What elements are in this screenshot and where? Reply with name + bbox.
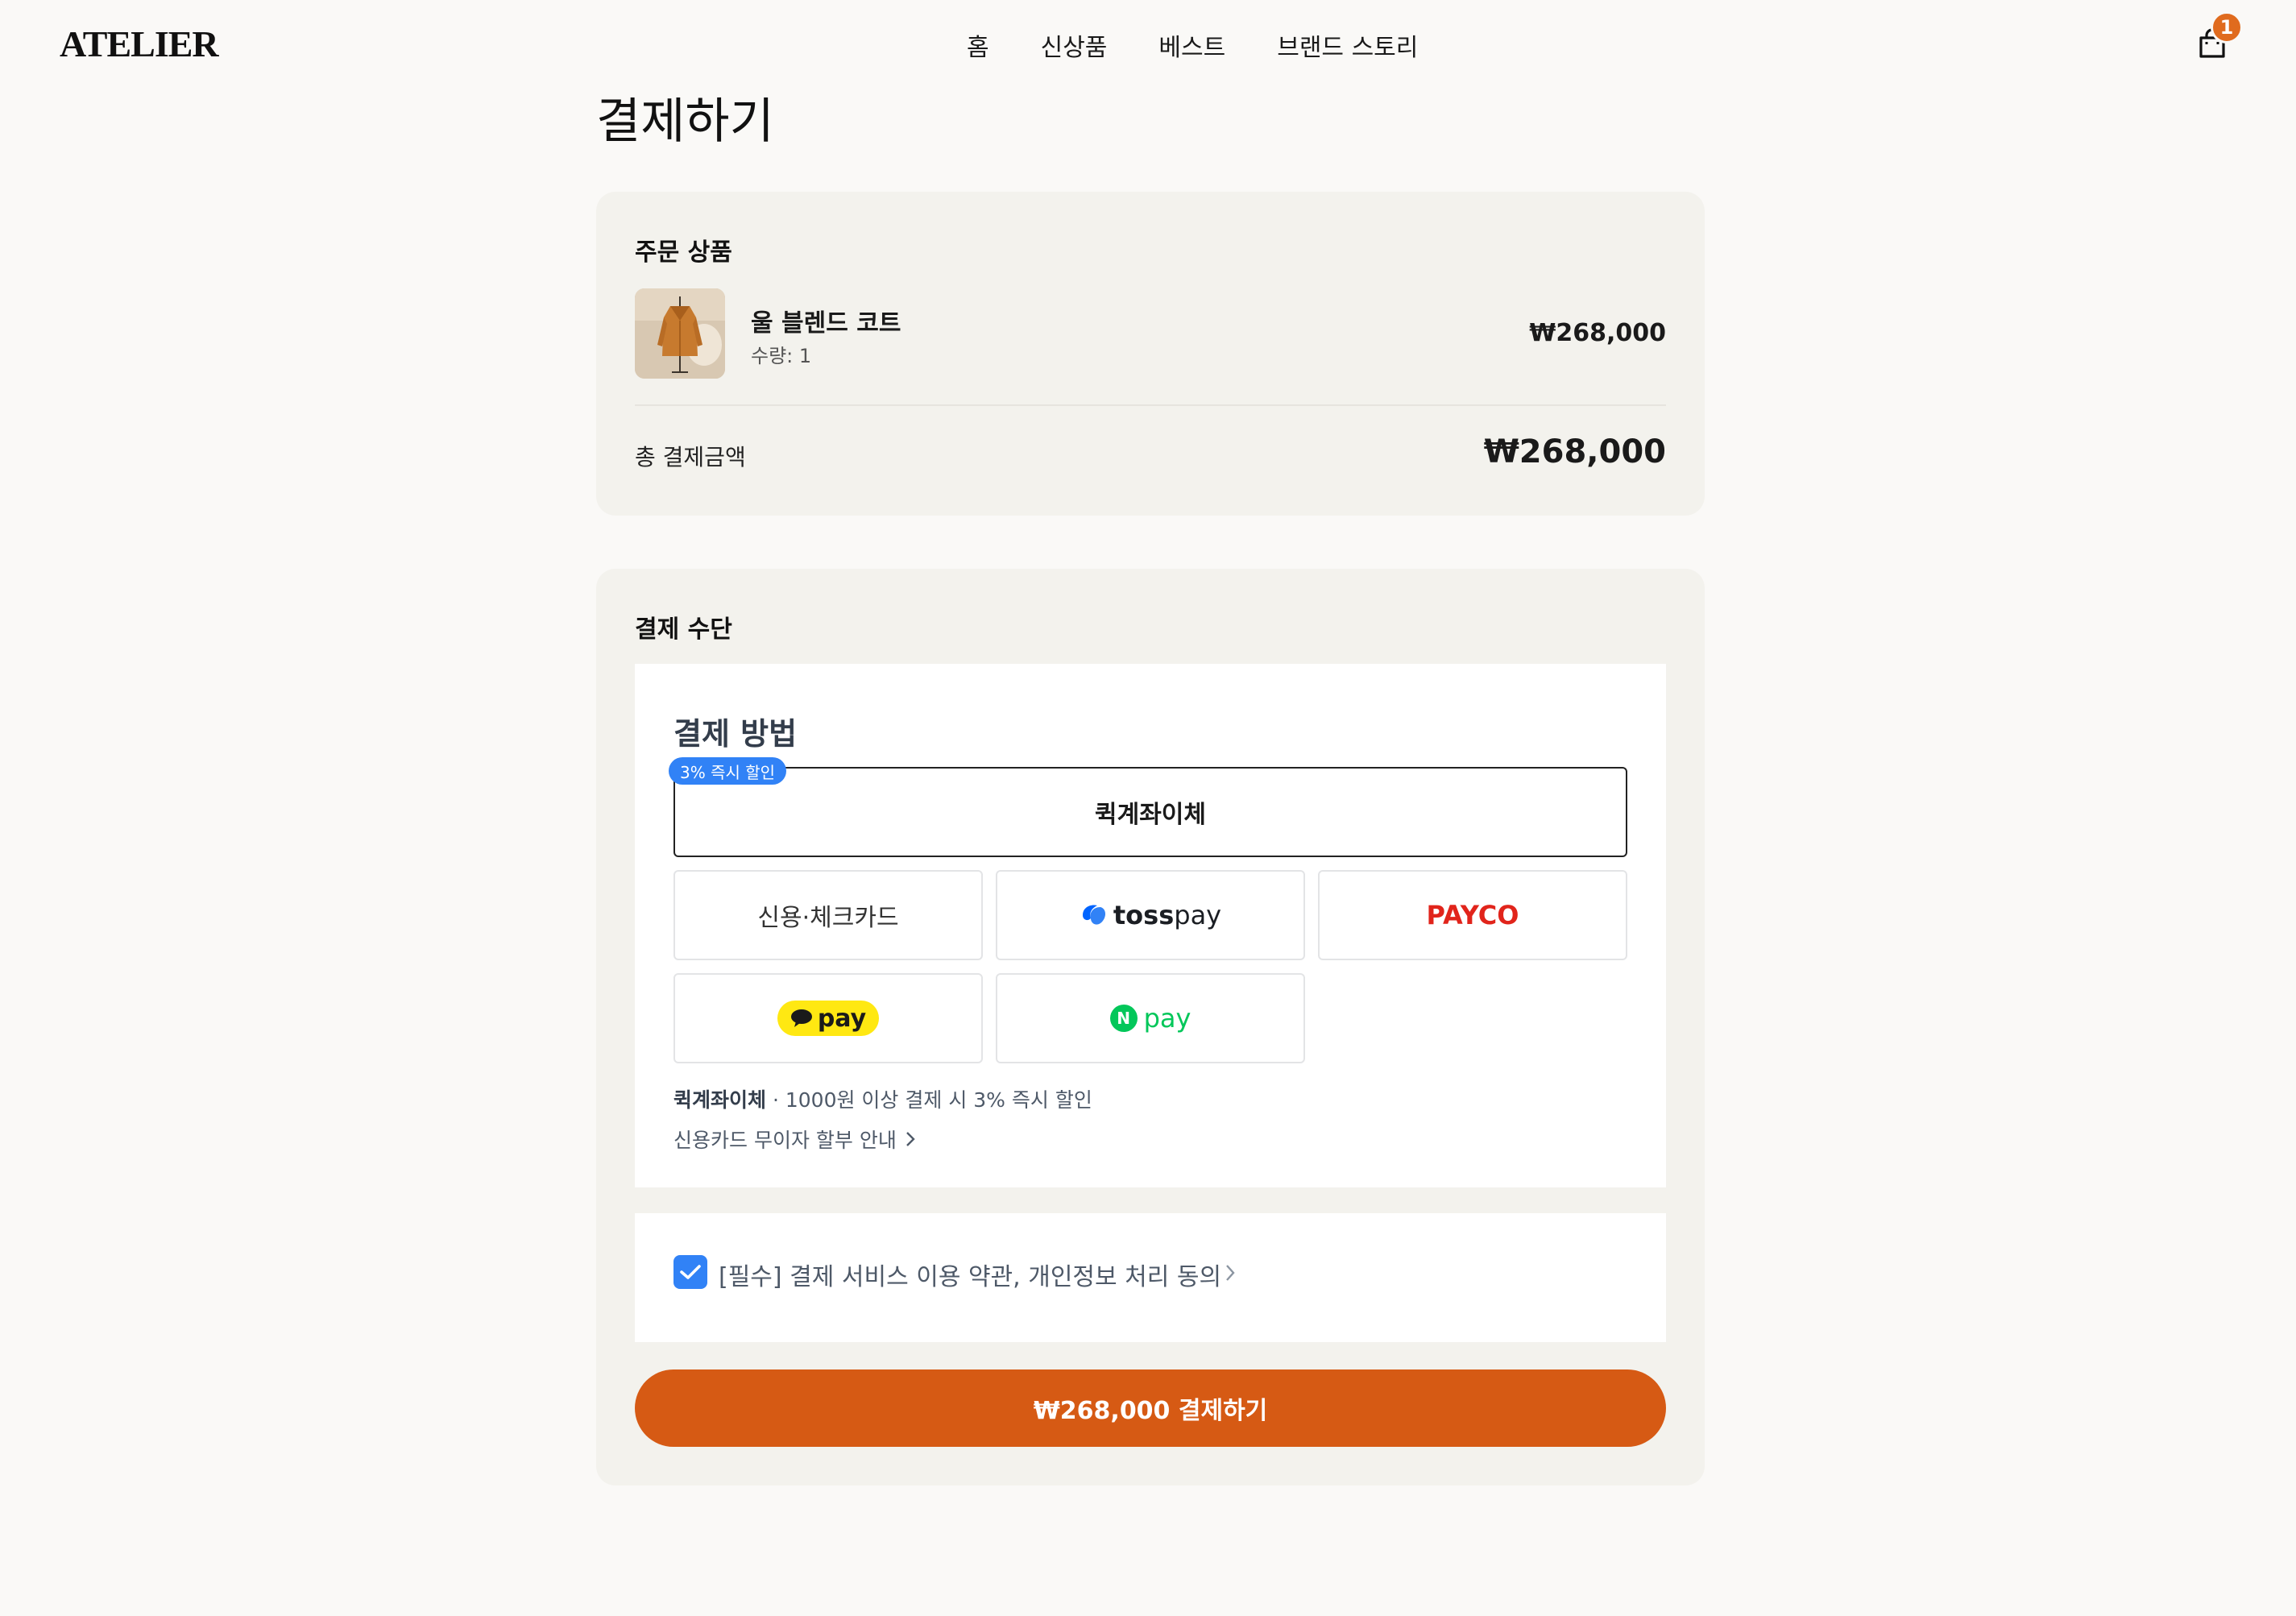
- divider: [635, 404, 1666, 406]
- kakao-pay-option[interactable]: pay: [673, 973, 983, 1063]
- toss-pay-logo: tosspay: [1080, 900, 1221, 930]
- credit-card-label: 신용·체크카드: [757, 904, 899, 932]
- agreement-chevron-right-icon[interactable]: [1225, 1263, 1236, 1286]
- quick-transfer-option[interactable]: 퀵계좌이체: [673, 767, 1627, 857]
- product-image: [635, 288, 725, 379]
- nav-new-arrivals[interactable]: 신상품: [1041, 27, 1108, 63]
- chevron-right-icon: [906, 1132, 915, 1146]
- toss-icon: [1082, 905, 1105, 925]
- payment-method-title: 결제 방법: [673, 716, 798, 752]
- nav-best[interactable]: 베스트: [1158, 27, 1225, 63]
- toss-pay-wordmark: pay: [1174, 900, 1222, 930]
- payco-logo: PAYCO: [1426, 900, 1519, 930]
- total-amount: ₩268,000: [1483, 433, 1666, 470]
- agreement-box: [필수] 결제 서비스 이용 약관, 개인정보 처리 동의: [635, 1213, 1666, 1342]
- payco-option[interactable]: PAYCO: [1318, 870, 1627, 960]
- discount-badge: 3% 즉시 할인: [669, 757, 787, 785]
- naver-n-icon: N: [1109, 1005, 1138, 1032]
- header: ATELIER 홈 신상품 베스트 브랜드 스토리 1: [0, 0, 2296, 89]
- payment-section-label: 결제 수단: [635, 615, 732, 644]
- brand-logo[interactable]: ATELIER: [60, 23, 219, 65]
- toss-wordmark: toss: [1113, 900, 1175, 930]
- credit-card-option[interactable]: 신용·체크카드: [673, 870, 983, 960]
- payment-method-widget: 결제 방법 퀵계좌이체 3% 즉시 할인 신용·체크카드 tosspay PAY…: [635, 664, 1666, 1187]
- naver-pay-option[interactable]: N pay: [996, 973, 1305, 1063]
- naver-pay-wordmark: pay: [1143, 1003, 1192, 1034]
- payment-note: 퀵계좌이체 · 1000원 이상 결제 시 3% 즉시 할인: [673, 1084, 1092, 1113]
- pay-button[interactable]: ₩268,000 결제하기: [635, 1369, 1666, 1447]
- kakao-pay-logo: pay: [777, 1001, 880, 1036]
- naver-pay-logo: N pay: [1109, 1003, 1192, 1034]
- page-title: 결제하기: [596, 93, 774, 150]
- agreement-text[interactable]: [필수] 결제 서비스 이용 약관, 개인정보 처리 동의: [719, 1257, 1221, 1292]
- toss-pay-option[interactable]: tosspay: [996, 870, 1305, 960]
- payment-card: 결제 수단 결제 방법 퀵계좌이체 3% 즉시 할인 신용·체크카드 tossp…: [596, 569, 1705, 1485]
- speech-bubble-icon: [790, 1009, 812, 1027]
- kakao-pay-wordmark: pay: [817, 1004, 867, 1033]
- payment-note-text: · 1000원 이상 결제 시 3% 즉시 할인: [766, 1088, 1092, 1112]
- total-label: 총 결제금액: [635, 444, 746, 470]
- cart-count-badge: 1: [2211, 11, 2243, 44]
- installment-info-link[interactable]: 신용카드 무이자 할부 안내: [673, 1125, 916, 1154]
- nav-brand-story[interactable]: 브랜드 스토리: [1277, 27, 1418, 63]
- installment-info-label: 신용카드 무이자 할부 안내: [673, 1129, 897, 1152]
- product-quantity: 수량: 1: [751, 345, 812, 367]
- nav-home[interactable]: 홈: [967, 27, 989, 63]
- order-summary-card: 주문 상품 울 블렌드 코트 수량: 1 ₩268,000 총 결제금액 ₩26…: [596, 192, 1705, 516]
- order-section-label: 주문 상품: [635, 238, 732, 267]
- main-nav: 홈 신상품 베스트 브랜드 스토리: [967, 27, 1418, 63]
- checkmark-icon: [680, 1265, 701, 1279]
- agreement-checkbox[interactable]: [673, 1255, 707, 1289]
- product-price: ₩268,000: [1529, 319, 1666, 347]
- product-name: 울 블렌드 코트: [751, 309, 901, 338]
- payment-note-bold: 퀵계좌이체: [673, 1088, 767, 1112]
